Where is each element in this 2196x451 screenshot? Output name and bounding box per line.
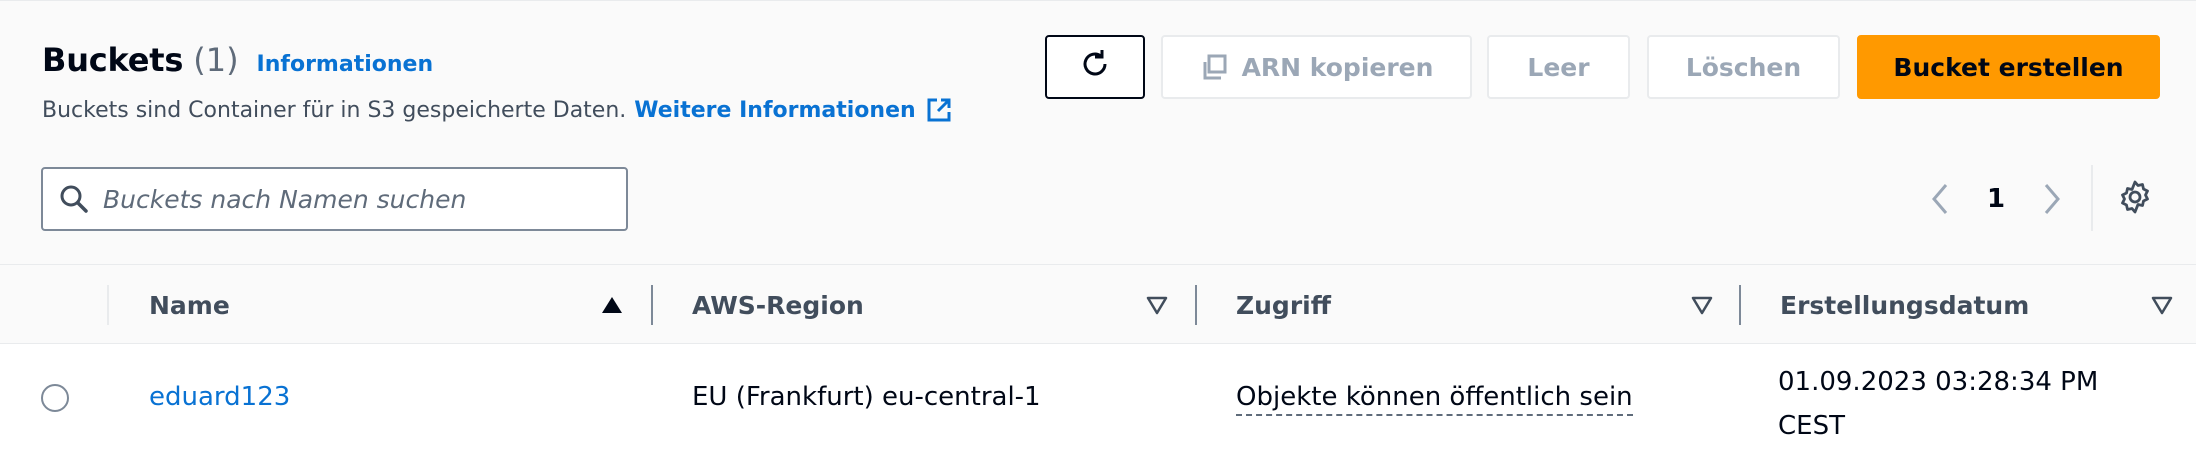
sort-icon[interactable] [1690,293,1714,317]
page-number[interactable]: 1 [1960,184,2032,214]
column-label: Erstellungsdatum [1780,290,2030,320]
created-timezone-line: CEST [1778,411,1845,441]
info-link[interactable]: Informationen [257,52,434,77]
column-divider [107,285,109,325]
column-label: Name [149,290,230,320]
bucket-name-link[interactable]: eduard123 [149,382,290,412]
bucket-region: EU (Frankfurt) eu-central-1 [692,382,1041,412]
copy-arn-label: ARN kopieren [1241,52,1434,82]
copy-arn-button[interactable]: ARN kopieren [1161,35,1472,99]
column-divider[interactable] [651,285,653,325]
chevron-left-icon[interactable] [1920,182,1960,216]
sort-icon[interactable] [2150,293,2174,317]
bucket-created-date: 01.09.2023 03:28:34 PM CEST [1778,360,2158,448]
column-label: Zugriff [1236,290,1331,320]
created-date-line: 01.09.2023 03:28:34 PM [1778,367,2099,397]
pagination: 1 [1920,171,2072,227]
gear-icon[interactable] [2117,179,2153,215]
bucket-count: (1) [193,41,239,79]
table-row[interactable]: eduard123 EU (Frankfurt) eu-central-1 Ob… [0,344,2196,451]
column-divider[interactable] [1739,285,1741,325]
refresh-icon [1078,47,1112,87]
column-header-region[interactable]: AWS-Region [692,265,864,345]
column-header-created[interactable]: Erstellungsdatum [1780,265,2029,345]
description-text: Buckets sind Container für in S3 gespeic… [42,97,627,123]
search-icon [59,184,89,214]
create-bucket-button[interactable]: Bucket erstellen [1857,35,2160,99]
sort-icon[interactable] [1145,293,1169,317]
search-field[interactable] [41,167,628,231]
panel-header: Buckets (1) Informationen [42,41,433,79]
search-input[interactable] [103,184,603,214]
toolbar-divider [2091,165,2093,231]
row-select-radio[interactable] [41,384,69,412]
more-info-link[interactable]: Weitere Informationen [634,98,915,123]
copy-icon [1200,53,1228,81]
column-divider[interactable] [1195,285,1197,325]
column-header-access[interactable]: Zugriff [1236,265,1331,345]
buckets-panel: Buckets (1) Informationen Buckets sind C… [0,0,2196,451]
page-title: Buckets [42,41,184,79]
column-header-name[interactable]: Name [149,265,230,345]
bucket-access[interactable]: Objekte können öffentlich sein [1236,382,1633,416]
sort-ascending-icon[interactable] [600,293,624,317]
empty-button[interactable]: Leer [1487,35,1630,99]
panel-description: Buckets sind Container für in S3 gespeic… [42,97,952,123]
refresh-button[interactable] [1045,35,1145,99]
external-link-icon[interactable] [926,97,952,123]
delete-button[interactable]: Löschen [1647,35,1840,99]
column-label: AWS-Region [692,290,864,320]
chevron-right-icon[interactable] [2032,182,2072,216]
table-header: Name AWS-Region Zugriff Erstellungsdatum [0,264,2196,344]
